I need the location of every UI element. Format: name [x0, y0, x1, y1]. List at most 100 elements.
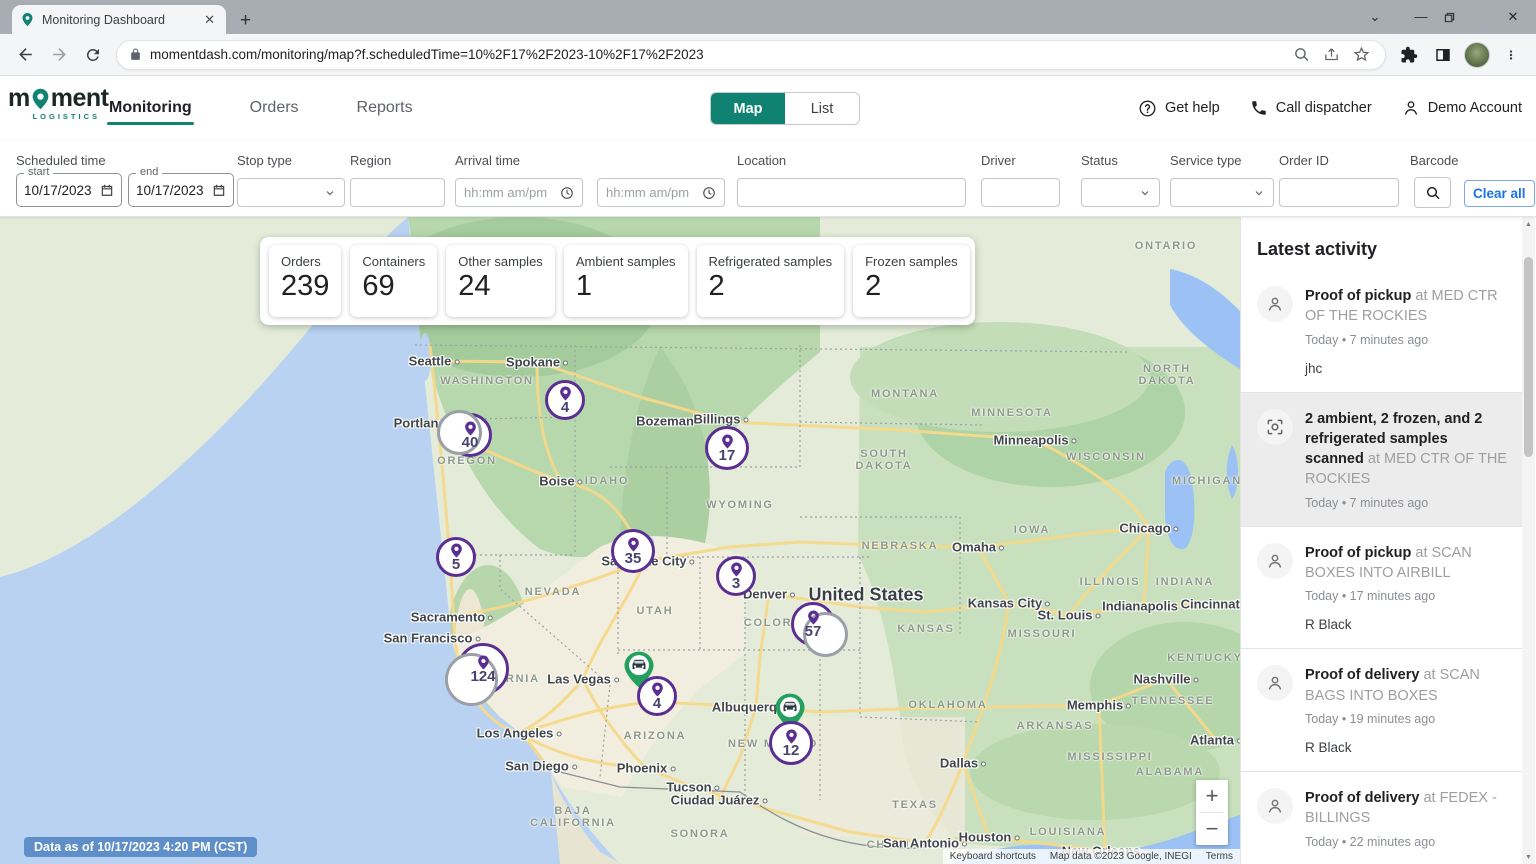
activity-body: Proof of delivery at SCAN BAGS INTO BOXE… [1305, 665, 1510, 755]
demo-account-link[interactable]: Demo Account [1402, 99, 1522, 117]
latest-activity-title: Latest activity [1241, 217, 1522, 270]
activity-item[interactable]: Proof of delivery at SCAN BAGS INTO BOXE… [1241, 649, 1522, 772]
map-cluster-marker[interactable]: 3 [716, 556, 756, 596]
zoom-out-button[interactable]: − [1196, 813, 1228, 845]
url-bar[interactable]: momentdash.com/monitoring/map?f.schedule… [116, 40, 1386, 70]
activity-body: 2 ambient, 2 frozen, and 2 refrigerated … [1305, 409, 1510, 510]
order-id-input[interactable] [1279, 178, 1399, 207]
driver-label: Driver [981, 153, 1016, 168]
activity-item[interactable]: Proof of delivery at FEDEX - BILLINGSTod… [1241, 772, 1522, 864]
get-help-link[interactable]: Get help [1138, 99, 1220, 118]
arrival-end-placeholder: hh:mm am/pm [606, 185, 689, 200]
scheduled-end-date-input[interactable]: end 10/17/2023 [128, 173, 234, 207]
nav-item-monitoring[interactable]: Monitoring [107, 79, 194, 137]
activity-user: R Black [1305, 740, 1510, 755]
back-icon[interactable] [10, 40, 40, 70]
calendar-icon[interactable] [100, 183, 114, 197]
calendar-icon[interactable] [212, 183, 226, 197]
map-cluster-marker[interactable]: 35 [611, 529, 655, 573]
tab-close-icon[interactable]: ✕ [201, 12, 218, 28]
map-cluster-marker[interactable]: 5 [436, 537, 476, 577]
map-cluster-marker[interactable]: 4 [545, 380, 585, 420]
share-icon[interactable] [1319, 43, 1343, 67]
bookmark-star-icon[interactable] [1349, 43, 1373, 67]
tab-search-chevron-icon[interactable]: ⌄ [1352, 0, 1398, 34]
stats-bar: Orders239Containers69Other samples24Ambi… [260, 237, 975, 325]
activity-item[interactable]: Proof of pickup at SCAN BOXES INTO AIRBI… [1241, 527, 1522, 650]
window-minimize-icon[interactable]: — [1398, 0, 1444, 34]
url-text[interactable]: momentdash.com/monitoring/map?f.schedule… [150, 47, 1283, 62]
arrival-end-time-input[interactable]: hh:mm am/pm [597, 178, 725, 207]
window-restore-icon[interactable] [1444, 12, 1490, 23]
region-input[interactable] [350, 178, 445, 207]
map-cluster-marker[interactable]: 57 [791, 602, 835, 646]
barcode-label: Barcode [1410, 153, 1458, 168]
reload-icon[interactable] [78, 40, 108, 70]
scheduled-start-date-input[interactable]: start 10/17/2023 [16, 173, 122, 207]
stat-card-value: 2 [865, 272, 957, 301]
logo-text-ment: ment [51, 86, 109, 111]
map-cluster-marker[interactable]: 17 [705, 426, 749, 470]
nav-item-reports[interactable]: Reports [355, 79, 415, 137]
extensions-puzzle-icon[interactable] [1394, 40, 1424, 70]
sidebar-scrollbar[interactable]: ▲ ▼ [1522, 217, 1535, 864]
nav-item-orders[interactable]: Orders [248, 79, 301, 137]
region-label: Region [350, 153, 391, 168]
map-cluster-marker[interactable]: 4 [637, 676, 677, 716]
status-select[interactable] [1081, 178, 1160, 207]
new-tab-button[interactable]: + [240, 11, 251, 30]
toggle-list-button[interactable]: List [785, 93, 859, 124]
activity-item[interactable]: 2 ambient, 2 frozen, and 2 refrigerated … [1241, 393, 1522, 527]
stat-card-other-samples: Other samples24 [446, 245, 555, 317]
map-attribution: Keyboard shortcuts Map data ©2023 Google… [943, 849, 1240, 864]
zoom-in-button[interactable]: + [1196, 780, 1228, 812]
clock-icon [560, 186, 574, 200]
driver-input[interactable] [981, 178, 1060, 207]
map-canvas[interactable]: ONTARIOWASHINGTONMONTANANORTH DAKOTAMINN… [0, 217, 1240, 864]
main-nav: Monitoring Orders Reports [107, 76, 415, 140]
call-dispatcher-label: Call dispatcher [1276, 100, 1372, 116]
service-type-select[interactable] [1170, 178, 1274, 207]
stat-card-refrigerated-samples: Refrigerated samples2 [697, 245, 845, 317]
map-cluster-marker[interactable]: 124 [457, 643, 509, 695]
scroll-down-icon[interactable]: ▼ [1522, 850, 1535, 864]
kebab-menu-icon[interactable] [1496, 40, 1526, 70]
toggle-map-button[interactable]: Map [711, 93, 785, 124]
clear-all-button[interactable]: Clear all [1464, 180, 1535, 207]
side-panel-icon[interactable] [1428, 40, 1458, 70]
activity-action: Proof of delivery [1305, 790, 1419, 806]
activity-time: Today • 7 minutes ago [1305, 496, 1510, 510]
zoom-indicator-icon[interactable] [1289, 43, 1313, 67]
arrival-start-time-input[interactable]: hh:mm am/pm [455, 178, 583, 207]
chevron-down-icon [324, 187, 336, 199]
location-input[interactable] [737, 178, 966, 207]
map-cluster-marker[interactable]: 40 [448, 413, 492, 457]
stat-card-label: Containers [362, 254, 425, 269]
phone-icon [1250, 99, 1268, 117]
call-dispatcher-link[interactable]: Call dispatcher [1250, 99, 1372, 117]
stat-card-value: 2 [709, 272, 833, 301]
keyboard-shortcuts-link[interactable]: Keyboard shortcuts [943, 849, 1043, 864]
map-cluster-marker[interactable]: 12 [769, 721, 813, 765]
cluster-count: 4 [561, 400, 569, 415]
stat-card-label: Other samples [458, 254, 543, 269]
demo-account-label: Demo Account [1428, 100, 1522, 116]
stat-card-label: Ambient samples [576, 254, 676, 269]
terms-link[interactable]: Terms [1199, 849, 1240, 864]
forward-icon[interactable] [44, 40, 74, 70]
activity-item[interactable]: Proof of pickup at MED CTR OF THE ROCKIE… [1241, 270, 1522, 393]
browser-tab[interactable]: Monitoring Dashboard ✕ [12, 5, 226, 34]
location-label: Location [737, 153, 786, 168]
stop-type-select[interactable] [237, 178, 345, 207]
scroll-up-icon[interactable]: ▲ [1522, 217, 1535, 231]
moment-logo[interactable]: m ment LOGISTICS [8, 86, 100, 121]
scrollbar-thumb[interactable] [1524, 257, 1533, 457]
barcode-search-button[interactable] [1414, 177, 1451, 208]
get-help-label: Get help [1165, 100, 1220, 116]
map-data-credit: Map data ©2023 Google, INEGI [1043, 849, 1199, 864]
filter-bar: Scheduled time start 10/17/2023 end 10/1… [0, 140, 1536, 217]
map-list-toggle: Map List [710, 92, 860, 125]
window-close-icon[interactable]: ✕ [1490, 0, 1536, 34]
activity-user: R Black [1305, 617, 1510, 632]
profile-avatar[interactable] [1464, 42, 1490, 68]
